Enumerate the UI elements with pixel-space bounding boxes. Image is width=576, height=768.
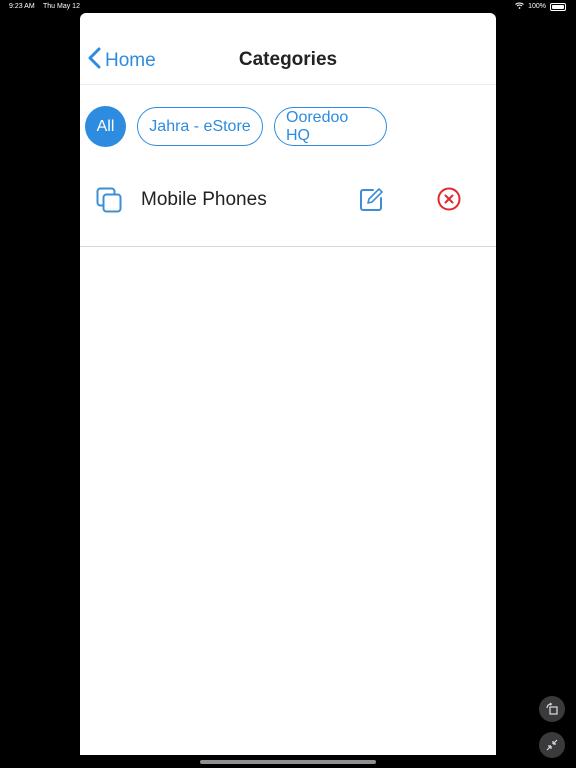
filter-all[interactable]: All [85,106,126,147]
status-indicators: 100% [515,2,566,11]
store-filters: All Jahra - eStore Ooredoo HQ [85,106,398,147]
battery-percent: 100% [528,3,546,10]
copy-icon [96,187,123,219]
status-date: Thu May 12 [43,3,80,10]
filter-ooredoo-hq[interactable]: Ooredoo HQ [274,107,387,146]
edit-icon[interactable] [359,187,384,217]
status-time: 9:23 AM [9,3,35,10]
filter-jahra-estore[interactable]: Jahra - eStore [137,107,263,146]
close-circle-icon[interactable] [437,187,461,216]
nav-bar: Home Categories [80,13,496,85]
rotate-window-icon[interactable] [539,696,565,722]
wifi-icon [515,2,524,11]
list-item[interactable]: Mobile Phones [80,168,496,247]
page-title: Categories [238,49,338,70]
home-indicator[interactable] [200,760,376,764]
collapse-window-icon[interactable] [539,732,565,758]
categories-sheet: Home Categories All Jahra - eStore Oored… [80,13,496,755]
battery-icon [550,2,566,11]
status-bar: 9:23 AM Thu May 12 100% [0,0,576,14]
category-name: Mobile Phones [141,189,267,210]
